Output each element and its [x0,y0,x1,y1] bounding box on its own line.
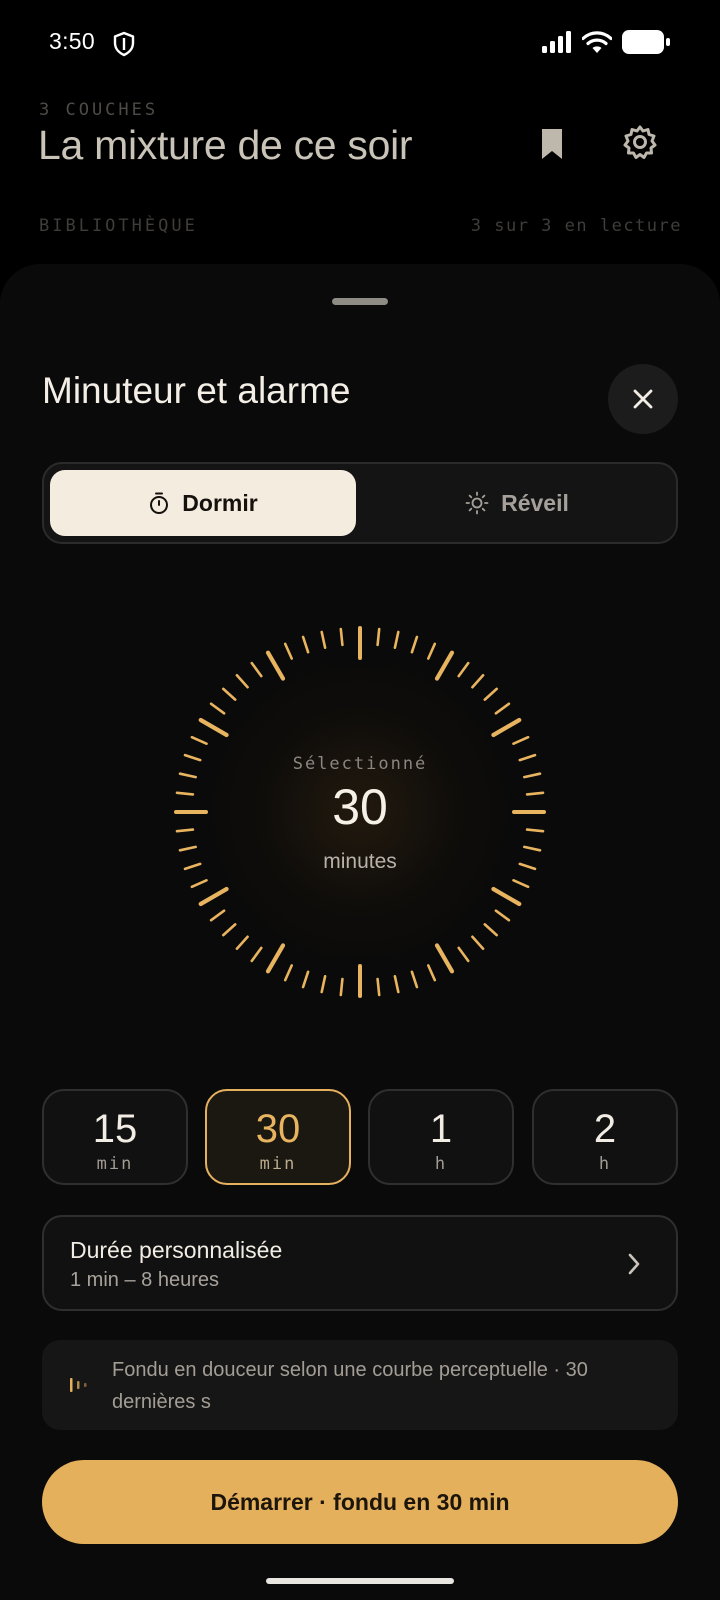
sun-icon [465,491,489,515]
preset-1-h[interactable]: 1 h [368,1089,514,1185]
dial-minor-tick [410,635,419,654]
fade-info-banner: Fondu en douceur selon une courbe percep… [42,1340,678,1430]
dial-major-tick [265,943,286,974]
dial-minor-tick [339,627,344,647]
status-bar: 3:50 [0,0,720,88]
chevron-right-icon [628,1253,640,1275]
dial-major-tick [491,886,522,907]
timer-sheet: Minuteur et alarme Dormir Réveil Sélecti… [0,264,720,1600]
dial-minor-tick [221,687,237,701]
dial-minor-tick [221,923,237,937]
bookmark-icon[interactable] [536,127,568,161]
dial-minor-tick [235,935,249,951]
dial-major-tick [265,650,286,681]
dial-minor-tick [376,977,381,997]
timer-dial[interactable]: Sélectionné 30 minutes [160,612,560,1012]
wifi-icon [582,31,612,53]
tab-wake[interactable]: Réveil [364,470,670,536]
preset-unit: h [434,1154,448,1174]
dial-minor-tick [457,661,470,678]
dial-selected-label: Sélectionné [292,754,428,774]
dial-minor-tick [426,642,437,660]
library-label: BIBLIOTHÈQUE [39,216,198,236]
dial-minor-tick [471,673,485,689]
dial-major-tick [198,886,229,907]
page-title: La mixture de ce soir [38,122,413,168]
preset-unit: min [259,1154,297,1174]
layers-count: 3 COUCHES [39,100,159,120]
dial-unit: minutes [323,850,397,873]
tab-sleep-label: Dormir [182,489,258,516]
dial-minor-tick [494,702,511,715]
tab-sleep[interactable]: Dormir [50,470,356,536]
battery-icon [622,30,670,54]
dial-minor-tick [209,702,226,715]
playing-status: 3 sur 3 en lecture [470,216,682,236]
dial-minor-tick [190,878,208,889]
dial-minor-tick [283,964,293,982]
dial-minor-tick [522,772,542,779]
preset-row: 15 min 30 min 1 h 2 h [42,1089,678,1185]
dial-minor-tick [178,772,198,779]
preset-value: 1 [429,1107,453,1151]
mode-segmented-control: Dormir Réveil [42,462,678,544]
close-icon [633,389,653,409]
home-indicator[interactable] [266,1578,454,1584]
dial-minor-tick [320,974,327,994]
dial-minor-tick [301,970,310,989]
status-time: 3:50 [49,28,95,54]
custom-duration-title: Durée personnalisée [70,1237,283,1263]
dial-minor-tick [209,909,226,922]
dial-minor-tick [250,661,263,678]
dial-minor-tick [339,977,344,997]
fade-info-text: Fondu en douceur selon une courbe percep… [112,1359,588,1413]
fade-bars-icon [70,1378,87,1392]
start-button[interactable]: Démarrer · fondu en 30 min [42,1460,678,1544]
custom-duration-range: 1 min – 8 heures [70,1269,219,1291]
dial-minor-tick [283,642,293,660]
dial-minor-tick [483,923,499,937]
dial-minor-tick [494,909,511,922]
dial-minor-tick [376,627,381,647]
dial-minor-tick [250,946,263,963]
dial-major-tick [198,717,229,738]
preset-2-h[interactable]: 2 h [532,1089,678,1185]
preset-30-min[interactable]: 30 min [205,1089,351,1185]
preset-15-min[interactable]: 15 min [42,1089,188,1185]
sheet-handle[interactable] [332,298,388,305]
dial-major-tick [434,650,455,681]
preset-unit: min [96,1154,134,1174]
sheet-title: Minuteur et alarme [42,370,351,411]
preset-value: 30 [255,1107,301,1151]
tab-wake-label: Réveil [501,489,569,516]
preset-value: 15 [92,1107,138,1151]
preset-value: 2 [593,1107,617,1151]
dial-minor-tick [512,878,530,889]
dial-major-tick [491,717,522,738]
dial-minor-tick [235,673,249,689]
dial-minor-tick [483,687,499,701]
gear-icon[interactable] [622,124,658,160]
dial-minor-tick [393,630,400,650]
signal-icon [542,31,571,53]
dial-minor-tick [512,735,530,745]
dial-minor-tick [320,630,327,650]
dial-value: 30 [332,779,388,835]
custom-duration-button[interactable]: Durée personnalisée 1 min – 8 heures [42,1215,678,1311]
preset-unit: h [598,1154,612,1174]
dial-minor-tick [393,974,400,994]
dial-minor-tick [301,635,310,654]
dial-minor-tick [426,964,437,982]
close-button[interactable] [608,364,678,434]
dial-minor-tick [457,946,470,963]
dial-minor-tick [190,735,208,745]
dial-minor-tick [410,970,419,989]
dial-major-tick [434,943,455,974]
stopwatch-icon [150,492,169,514]
dial-minor-tick [471,935,485,951]
shield-icon [113,31,135,57]
